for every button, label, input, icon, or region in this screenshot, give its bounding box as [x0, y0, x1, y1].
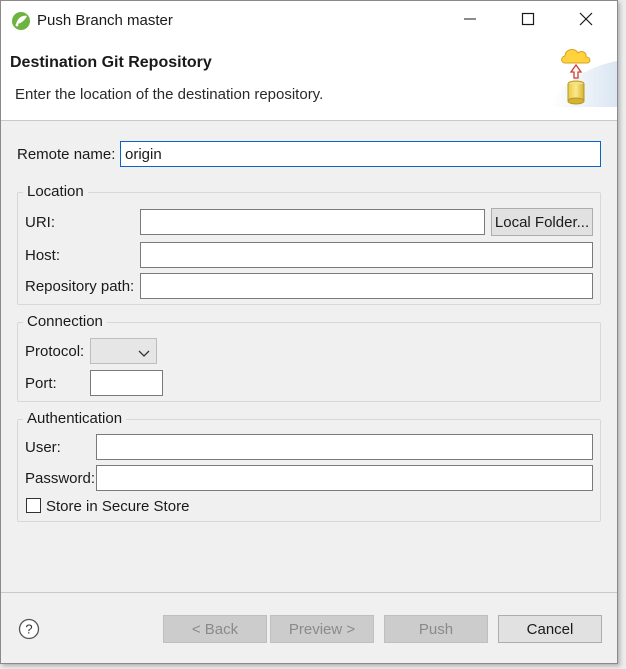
port-label: Port:: [25, 375, 57, 392]
wizard-banner: Destination Git Repository Enter the loc…: [1, 41, 617, 121]
connection-legend: Connection: [23, 313, 107, 330]
password-input[interactable]: [96, 465, 593, 491]
protocol-label: Protocol:: [25, 343, 85, 360]
help-icon[interactable]: ?: [18, 618, 40, 640]
uri-input[interactable]: [140, 209, 485, 235]
title-bar[interactable]: Push Branch master: [1, 1, 617, 41]
banner-description: Enter the location of the destination re…: [15, 86, 324, 103]
local-folder-button[interactable]: Local Folder...: [491, 208, 593, 236]
remote-name-label: Remote name:: [17, 146, 116, 163]
cancel-button[interactable]: Cancel: [498, 615, 602, 643]
protocol-select[interactable]: [90, 338, 157, 364]
svg-text:?: ?: [25, 622, 32, 637]
maximize-icon: [521, 12, 535, 30]
uri-label: URI:: [25, 214, 55, 231]
banner-title: Destination Git Repository: [10, 54, 212, 71]
back-button[interactable]: < Back: [163, 615, 267, 643]
close-icon: [579, 12, 593, 30]
eclipse-spring-icon: [11, 11, 31, 31]
host-input[interactable]: [140, 242, 593, 268]
authentication-legend: Authentication: [23, 410, 127, 427]
user-input[interactable]: [96, 434, 593, 460]
push-branch-dialog: Push Branch master Destination Git Repos…: [0, 0, 618, 664]
maximize-button[interactable]: [499, 1, 557, 41]
repository-path-input[interactable]: [140, 273, 593, 299]
minimize-icon: [463, 12, 477, 30]
minimize-button[interactable]: [441, 1, 499, 41]
footer-separator: [1, 592, 617, 593]
chevron-down-icon: [138, 346, 150, 363]
window-title: Push Branch master: [37, 12, 173, 29]
password-label: Password:: [25, 470, 96, 487]
host-label: Host:: [25, 247, 61, 264]
port-input[interactable]: [90, 370, 163, 396]
close-button[interactable]: [557, 1, 615, 41]
store-secure-label: Store in Secure Store: [46, 498, 190, 515]
cloud-repository-icon: [541, 41, 617, 107]
location-legend: Location: [23, 183, 88, 200]
user-label: User:: [25, 439, 61, 456]
remote-name-input[interactable]: [120, 141, 601, 167]
repository-path-label: Repository path:: [25, 278, 135, 295]
push-button[interactable]: Push: [384, 615, 488, 643]
store-secure-checkbox[interactable]: [26, 498, 41, 513]
preview-button[interactable]: Preview >: [270, 615, 374, 643]
